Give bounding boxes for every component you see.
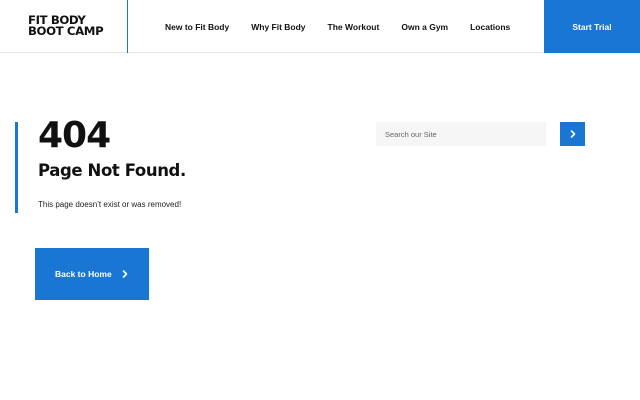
nav-item-new-to-fit-body[interactable]: New to Fit Body [165,22,229,32]
start-trial-label: Start Trial [572,21,612,32]
logo-line-2: BOOT CAMP [28,24,104,38]
page-title: Page Not Found. [38,161,186,180]
nav-item-locations[interactable]: Locations [470,22,510,32]
chevron-right-icon [122,270,128,278]
error-message: This page doesn’t exist or was removed! [38,200,182,209]
main-nav: New to Fit Body Why Fit Body The Workout… [165,0,510,53]
back-to-home-button[interactable]: Back to Home [35,248,149,300]
brand-logo[interactable]: FIT BODY BOOT CAMP [28,14,104,39]
start-trial-button[interactable]: Start Trial [544,0,640,53]
site-header: FIT BODY BOOT CAMP New to Fit Body Why F… [0,0,640,53]
search-submit-button[interactable] [560,122,585,146]
nav-item-own-a-gym[interactable]: Own a Gym [401,22,448,32]
nav-item-why-fit-body[interactable]: Why Fit Body [251,22,305,32]
search-input[interactable] [376,122,546,146]
accent-bar [15,122,18,213]
back-to-home-label: Back to Home [55,269,112,279]
chevron-right-icon [570,130,576,138]
header-divider [127,0,128,53]
nav-item-the-workout[interactable]: The Workout [328,22,380,32]
error-code: 404 [38,115,111,156]
